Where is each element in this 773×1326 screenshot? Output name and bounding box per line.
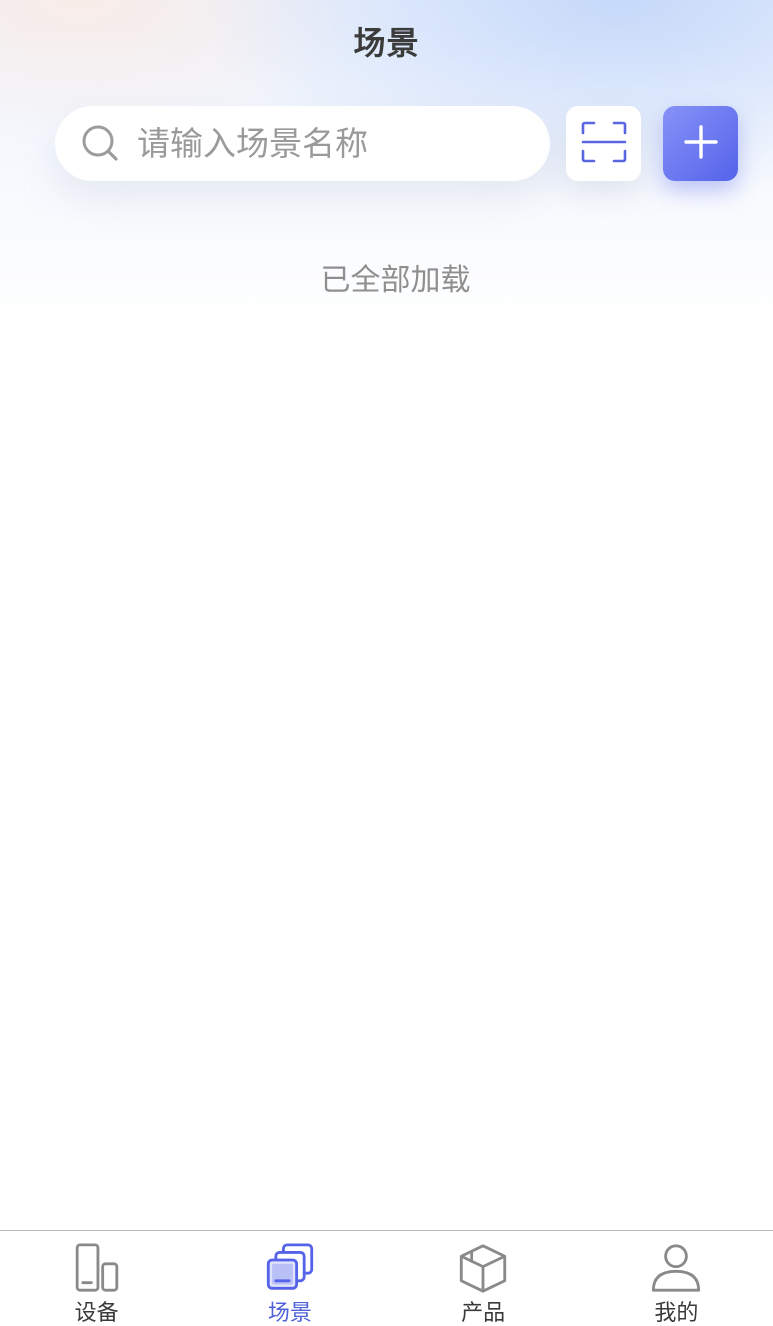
scene-screen: 场景 已全部加载 [0, 0, 773, 1326]
tab-mine[interactable]: 我的 [580, 1231, 773, 1326]
user-icon [652, 1244, 701, 1292]
tab-mine-label: 我的 [654, 1301, 699, 1326]
device-icon [75, 1243, 118, 1292]
tab-product[interactable]: 产品 [387, 1231, 580, 1326]
page-title: 场景 [353, 24, 420, 62]
plus-icon [683, 124, 719, 164]
list-status-text: 已全部加载 [320, 263, 471, 298]
tab-scene[interactable]: 场景 [193, 1231, 386, 1326]
tab-device[interactable]: 设备 [0, 1231, 193, 1326]
product-box-icon [459, 1244, 507, 1293]
tab-scene-label: 场景 [267, 1301, 312, 1326]
scan-button[interactable] [566, 106, 641, 181]
search-input[interactable] [135, 123, 519, 164]
tab-device-label: 设备 [74, 1301, 119, 1326]
tab-product-label: 产品 [461, 1301, 506, 1326]
scan-icon [581, 121, 627, 167]
search-icon [81, 124, 121, 164]
search-bar[interactable] [55, 106, 550, 181]
add-scene-button[interactable] [663, 106, 738, 181]
bottom-tab-bar: 设备 场景 产品 我的 [0, 1230, 773, 1326]
scene-icon [266, 1243, 314, 1290]
